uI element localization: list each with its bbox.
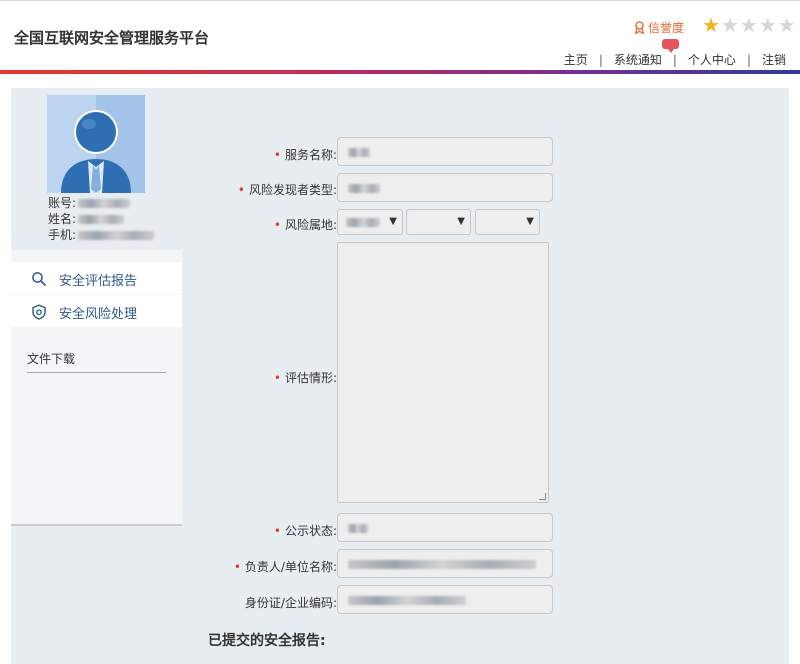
account-label: 账号: <box>48 196 77 210</box>
nav-separator: | <box>598 52 603 67</box>
dropdown-arrow-icon: ▼ <box>389 216 397 227</box>
risk-discoverer-type-field[interactable] <box>337 173 553 202</box>
star-icon: ★ <box>702 13 720 37</box>
submitted-reports-title: 已提交的安全报告: <box>208 633 326 649</box>
star-icon: ★ <box>739 13 758 37</box>
sidebar-menu: 安全评估报告 安全风险处理 文件下载 <box>11 250 182 526</box>
public-status-label: 公示状态: <box>284 524 337 538</box>
file-download-link[interactable]: 文件下载 <box>27 350 166 373</box>
assessment-textarea[interactable] <box>337 242 549 503</box>
credit-label: 信誉度 <box>648 21 685 35</box>
responsible-field[interactable] <box>337 549 553 578</box>
sidebar-item-label: 安全评估报告 <box>59 274 138 289</box>
account-value-redacted <box>78 198 131 208</box>
province-select[interactable]: ▼ <box>337 209 403 235</box>
risk-location-label-row: • 风险属地: <box>185 216 337 234</box>
required-mark: • <box>273 218 281 232</box>
dropdown-arrow-icon: ▼ <box>457 216 465 227</box>
responsible-value-redacted <box>348 560 536 569</box>
star-icon: ★ <box>777 13 796 37</box>
star-icon: ★ <box>758 13 777 37</box>
notification-badge <box>662 39 679 53</box>
id-value-redacted <box>348 596 466 605</box>
nav-separator: | <box>672 52 677 67</box>
site-title: 全国互联网安全管理服务平台 <box>14 29 210 47</box>
id-label-row: 身份证/企业编码: <box>185 594 337 612</box>
shield-icon <box>32 304 46 320</box>
assessment-label: 评估情形: <box>284 371 337 385</box>
nav-notifications-link[interactable]: 系统通知 <box>614 51 662 68</box>
resize-grip-icon[interactable] <box>539 493 546 500</box>
service-name-label: 服务名称: <box>284 148 337 162</box>
public-status-field[interactable] <box>337 513 553 542</box>
profile-info: 账号: 姓名: 手机: <box>48 195 155 243</box>
sidebar-item-label: 安全风险处理 <box>59 307 138 322</box>
header-accent-bar <box>0 70 800 74</box>
phone-label: 手机: <box>48 228 77 242</box>
required-mark: • <box>237 183 245 197</box>
public-status-value-redacted <box>348 524 368 533</box>
dropdown-arrow-icon: ▼ <box>526 216 534 227</box>
district-select[interactable]: ▼ <box>475 209 540 235</box>
nav-logout-link[interactable]: 注销 <box>762 51 786 68</box>
star-icon: ★ <box>720 13 739 37</box>
required-mark: • <box>273 148 281 162</box>
user-silhouette-icon <box>61 110 131 193</box>
sidebar-item-security-report[interactable]: 安全评估报告 <box>11 262 182 294</box>
risk-discoverer-type-label-row: • 风险发现者类型: <box>185 181 337 199</box>
risk-location-label: 风险属地: <box>284 218 337 232</box>
star-rating: ★ ★ ★ ★ ★ <box>702 14 796 36</box>
phone-value-redacted <box>78 230 155 240</box>
service-name-field[interactable] <box>337 137 553 166</box>
required-mark: • <box>233 560 241 574</box>
name-value-redacted <box>78 214 125 224</box>
nav-home-link[interactable]: 主页 <box>564 51 588 68</box>
service-name-value-redacted <box>348 148 370 157</box>
risk-discoverer-type-value-redacted <box>348 184 380 193</box>
id-label: 身份证/企业编码: <box>244 596 337 610</box>
required-mark: • <box>273 371 281 385</box>
responsible-label: 负责人/单位名称: <box>244 560 337 574</box>
required-mark: • <box>273 524 281 538</box>
credit-rating: 信誉度 <box>634 19 684 36</box>
nav-separator: | <box>746 52 751 67</box>
assessment-label-row: • 评估情形: <box>185 369 337 387</box>
public-status-label-row: • 公示状态: <box>185 522 337 540</box>
top-nav: 主页 | 系统通知 | 个人中心 | 注销 <box>564 51 786 68</box>
medal-icon <box>634 21 645 34</box>
service-name-label-row: • 服务名称: <box>185 146 337 164</box>
city-select[interactable]: ▼ <box>406 209 471 235</box>
top-header: 全国互联网安全管理服务平台 信誉度 ★ ★ ★ ★ ★ 主页 | 系统通知 | 个人中心… <box>0 0 800 72</box>
risk-discoverer-type-label: 风险发现者类型: <box>248 183 337 197</box>
responsible-label-row: • 负责人/单位名称: <box>185 558 337 576</box>
sidebar-item-risk-handling[interactable]: 安全风险处理 <box>11 295 182 327</box>
name-label: 姓名: <box>48 212 77 226</box>
avatar <box>47 95 145 193</box>
search-icon <box>32 272 46 286</box>
id-field[interactable] <box>337 585 553 614</box>
province-value-redacted <box>346 218 380 227</box>
nav-profile-link[interactable]: 个人中心 <box>688 51 736 68</box>
